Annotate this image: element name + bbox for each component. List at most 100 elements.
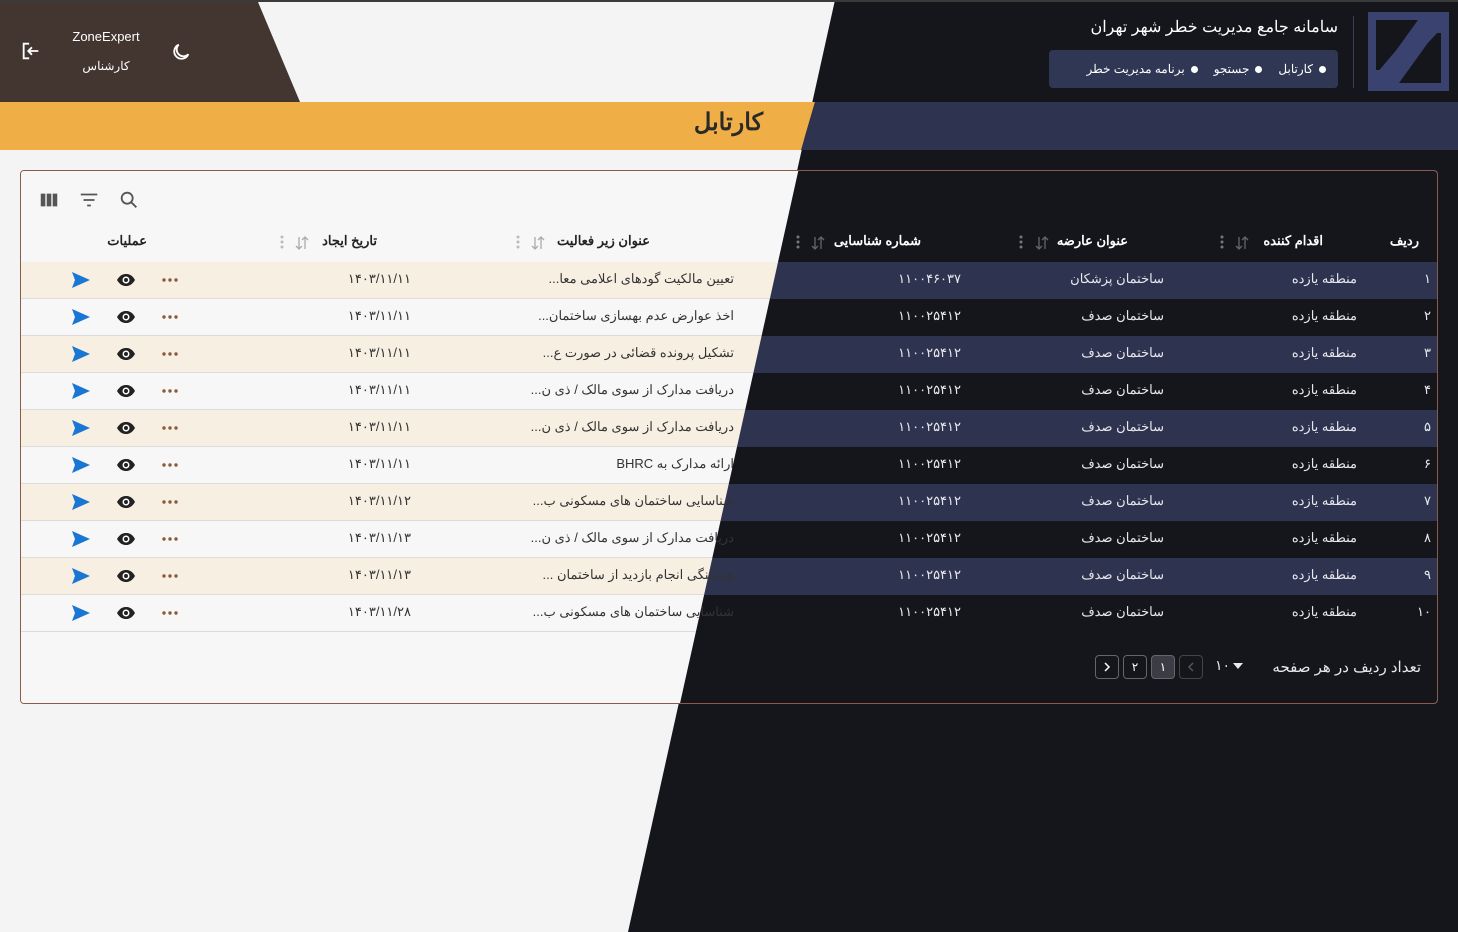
col-header-subactivity[interactable]: عنوان زیر فعالیت xyxy=(557,233,650,249)
table-row[interactable]: ۷ منطقه یازده ساختمان صدف ۱۱۰۰۲۵۴۱۲ شناسایی … xyxy=(21,484,1437,521)
nav-search[interactable]: جستجو xyxy=(1214,62,1263,76)
table-row[interactable]: ۲ منطقه یازده ساختمان صدف ۱۱۰۰۲۵۴۱۲ اخذ عوار… xyxy=(21,299,1437,336)
table-row[interactable]: ۱۰ منطقه یازده ساختمان صدف ۱۱۰۰۲۵۴۱۲ شناسایی… xyxy=(21,595,1437,632)
id-cell: ۱۱۰۰۲۵۴۱۲ xyxy=(898,530,961,545)
eye-icon[interactable] xyxy=(116,382,136,400)
id-cell: ۱۱۰۰۲۵۴۱۲ xyxy=(898,493,961,508)
more-icon[interactable] xyxy=(160,530,180,548)
subactivity-cell: ارائه مدارک به BHRC xyxy=(616,456,734,471)
search-icon[interactable] xyxy=(118,189,140,211)
sort-icon[interactable] xyxy=(295,235,309,251)
send-icon[interactable] xyxy=(71,530,91,548)
eye-icon[interactable] xyxy=(116,567,136,585)
row-number: ۵ xyxy=(1424,419,1431,434)
subactivity-cell: دریافت مدارک از سوی مالک / ذی ن... xyxy=(530,530,734,545)
subactivity-cell: اخذ عوارض عدم بهسازی ساختمان... xyxy=(538,308,734,323)
subactivity-cell: دریافت مدارک از سوی مالک / ذی ن... xyxy=(530,382,734,397)
exposure-cell: ساختمان صدف xyxy=(1081,604,1164,619)
row-number: ۶ xyxy=(1424,456,1431,471)
table-row[interactable]: ۸ منطقه یازده ساختمان صدف ۱۱۰۰۲۵۴۱۲ دریافت م… xyxy=(21,521,1437,558)
col-header-id[interactable]: شماره شناسایی xyxy=(834,233,921,249)
send-icon[interactable] xyxy=(71,604,91,622)
send-icon[interactable] xyxy=(71,345,91,363)
date-cell: ۱۴۰۳/۱۱/۱۱ xyxy=(347,345,411,360)
date-cell: ۱۴۰۳/۱۱/۱۲ xyxy=(347,493,411,508)
rows-per-page-select[interactable]: ۱۰ xyxy=(1215,657,1249,679)
col-header-exposure[interactable]: عنوان عارضه xyxy=(1057,233,1128,249)
send-icon[interactable] xyxy=(71,567,91,585)
eye-icon[interactable] xyxy=(116,419,136,437)
id-cell: ۱۱۰۰۲۵۴۱۲ xyxy=(898,308,961,323)
next-page-button[interactable] xyxy=(1095,655,1119,679)
send-icon[interactable] xyxy=(71,382,91,400)
more-icon[interactable] xyxy=(160,493,180,511)
more-icon[interactable] xyxy=(160,271,180,289)
nav-kartabl[interactable]: کارتابل xyxy=(1278,62,1326,76)
exposure-cell: ساختمان صدف xyxy=(1081,530,1164,545)
date-cell: ۱۴۰۳/۱۱/۱۱ xyxy=(347,382,411,397)
more-icon[interactable] xyxy=(160,345,180,363)
sort-icon[interactable] xyxy=(1235,235,1249,251)
date-cell: ۱۴۰۳/۱۱/۱۱ xyxy=(347,456,411,471)
send-icon[interactable] xyxy=(71,493,91,511)
filter-icon[interactable] xyxy=(78,189,100,211)
bullet-icon xyxy=(1319,65,1326,73)
date-cell: ۱۴۰۳/۱۱/۲۸ xyxy=(347,604,411,619)
page-1-button[interactable]: ۱ xyxy=(1151,655,1175,679)
actor-cell: منطقه یازده xyxy=(1291,345,1357,360)
eye-icon[interactable] xyxy=(116,530,136,548)
row-number: ۲ xyxy=(1424,308,1431,323)
sort-icon[interactable] xyxy=(1035,235,1049,251)
more-icon[interactable] xyxy=(160,456,180,474)
columns-icon[interactable] xyxy=(38,189,60,211)
table-row[interactable]: ۶ منطقه یازده ساختمان صدف ۱۱۰۰۲۵۴۱۲ ارائه مد… xyxy=(21,447,1437,484)
kebab-icon[interactable] xyxy=(1219,234,1225,250)
row-number: ۴ xyxy=(1424,382,1431,397)
exposure-cell: ساختمان صدف xyxy=(1081,493,1164,508)
prev-page-button[interactable] xyxy=(1179,655,1203,679)
table-row[interactable]: ۹ منطقه یازده ساختمان صدف ۱۱۰۰۲۵۴۱۲ هماهنگی … xyxy=(21,558,1437,595)
more-icon[interactable] xyxy=(160,604,180,622)
eye-icon[interactable] xyxy=(116,604,136,622)
table-row[interactable]: ۴ منطقه یازده ساختمان صدف ۱۱۰۰۲۵۴۱۲ دریافت م… xyxy=(21,373,1437,410)
caret-down-icon xyxy=(1233,663,1243,669)
actor-cell: منطقه یازده xyxy=(1291,493,1357,508)
app-title: سامانه جامع مدیریت خطر شهر تهران xyxy=(1090,19,1338,36)
row-number: ۷ xyxy=(1424,493,1431,508)
subactivity-cell: تشکیل پرونده قضائی در صورت ع... xyxy=(542,345,734,360)
eye-icon[interactable] xyxy=(116,493,136,511)
more-icon[interactable] xyxy=(160,419,180,437)
page-2-button[interactable]: ۲ xyxy=(1123,655,1147,679)
eye-icon[interactable] xyxy=(116,456,136,474)
send-icon[interactable] xyxy=(71,456,91,474)
chevron-left-icon xyxy=(1187,662,1194,672)
send-icon[interactable] xyxy=(71,419,91,437)
eye-icon[interactable] xyxy=(116,271,136,289)
more-icon[interactable] xyxy=(160,308,180,326)
row-number: ۱ xyxy=(1424,271,1431,286)
sort-icon[interactable] xyxy=(531,235,545,251)
col-header-created[interactable]: تاریخ ایجاد xyxy=(322,233,377,249)
moon-icon[interactable] xyxy=(170,41,192,63)
kebab-icon[interactable] xyxy=(795,234,801,250)
more-icon[interactable] xyxy=(160,567,180,585)
send-icon[interactable] xyxy=(71,308,91,326)
col-header-ops: عملیات xyxy=(107,233,147,248)
kebab-icon[interactable] xyxy=(1018,234,1024,250)
table-row[interactable]: ۳ منطقه یازده ساختمان صدف ۱۱۰۰۲۵۴۱۲ تشکیل پر… xyxy=(21,336,1437,373)
id-cell: ۱۱۰۰۲۵۴۱۲ xyxy=(898,604,961,619)
actor-cell: منطقه یازده xyxy=(1291,419,1357,434)
nav-risk-program[interactable]: برنامه مدیریت خطر xyxy=(1087,62,1198,76)
table-row[interactable]: ۵ منطقه یازده ساختمان صدف ۱۱۰۰۲۵۴۱۲ دریافت م… xyxy=(21,410,1437,447)
exposure-cell: ساختمان پزشکان xyxy=(1070,271,1164,286)
kebab-icon[interactable] xyxy=(515,234,521,250)
eye-icon[interactable] xyxy=(116,345,136,363)
eye-icon[interactable] xyxy=(116,308,136,326)
table-row[interactable]: ۱ منطقه یازده ساختمان پزشکان ۱۱۰۰۴۶۰۳۷ تعیین… xyxy=(21,262,1437,299)
col-header-actor[interactable]: اقدام کننده xyxy=(1263,233,1323,249)
sort-icon[interactable] xyxy=(811,235,825,251)
logout-icon[interactable] xyxy=(20,40,42,62)
kebab-icon[interactable] xyxy=(279,234,285,250)
more-icon[interactable] xyxy=(160,382,180,400)
send-icon[interactable] xyxy=(71,271,91,289)
